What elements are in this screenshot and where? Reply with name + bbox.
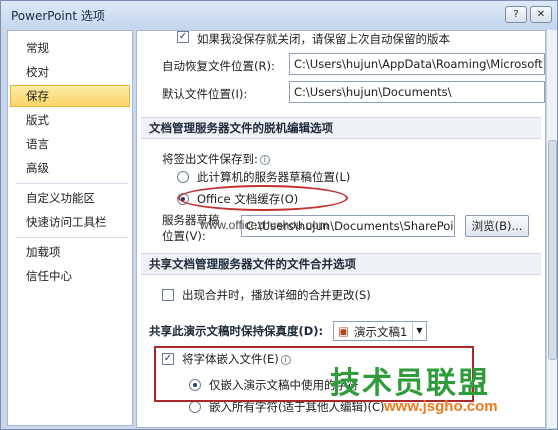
save-checkout-label: 将签出文件保存到: i [162, 151, 270, 167]
nav-divider [16, 237, 128, 238]
keep-autorecover-label: 如果我没保存就关闭，请保留上次自动保留的版本 [197, 32, 450, 46]
nav-item-quick-access[interactable]: 快速访问工具栏 [10, 211, 130, 233]
presentation-select-value: 演示文稿1 [354, 325, 408, 339]
info-icon: i [259, 155, 270, 165]
default-location-label: 默认文件位置(I): [162, 87, 248, 101]
keep-autorecover-checkbox[interactable]: ✓ [177, 31, 189, 43]
merge-section-header: 共享文档管理服务器文件的文件合并选项 [141, 253, 541, 275]
watermark-site: www.jsgho.com [384, 398, 498, 415]
window-title: PowerPoint 选项 [11, 9, 105, 23]
drafts-location-label: 此计算机的服务器草稿位置(L) [197, 170, 351, 184]
nav-item-trust-center[interactable]: 信任中心 [10, 265, 130, 287]
title-bar: PowerPoint 选项 ? ✕ [1, 1, 557, 29]
nav-item-customize-ribbon[interactable]: 自定义功能区 [10, 187, 130, 209]
nav-item-layout[interactable]: 版式 [10, 109, 130, 131]
help-button[interactable]: ? [505, 6, 527, 23]
annotation-oval [178, 185, 348, 211]
default-location-field[interactable]: C:\Users\hujun\Documents\ [289, 81, 545, 103]
presentation-select[interactable]: ▣ 演示文稿1 ▼ [333, 321, 427, 341]
browse-button[interactable]: 浏览(B)... [465, 215, 529, 237]
options-nav: 常规 校对 保存 版式 语言 高级 自定义功能区 快速访问工具栏 加载项 信任中… [7, 30, 133, 426]
chevron-down-icon: ▼ [412, 322, 426, 340]
nav-item-proofing[interactable]: 校对 [10, 61, 130, 83]
presentation-icon: ▣ [338, 324, 349, 338]
show-merge-checkbox[interactable] [162, 289, 174, 301]
close-button[interactable]: ✕ [530, 6, 552, 23]
scroll-thumb[interactable] [548, 140, 557, 360]
watermark-logo-text: 技术员联盟 [330, 366, 490, 401]
drafts-location-radio[interactable] [177, 171, 189, 183]
nav-item-save[interactable]: 保存 [10, 85, 130, 107]
show-merge-label: 出现合并时，播放详细的合并更改(S) [182, 288, 371, 302]
nav-item-advanced[interactable]: 高级 [10, 157, 130, 179]
embed-all-chars-radio[interactable] [189, 401, 201, 413]
nav-divider [16, 183, 128, 184]
save-checkout-text: 将签出文件保存到: [162, 152, 258, 166]
nav-item-addins[interactable]: 加载项 [10, 241, 130, 263]
fidelity-title: 共享此演示文稿时保持保真度(D): [149, 324, 324, 338]
autorecover-location-label: 自动恢复文件位置(R): [162, 59, 275, 73]
offline-section-header: 文档管理服务器文件的脱机编辑选项 [141, 117, 541, 139]
nav-item-general[interactable]: 常规 [10, 37, 130, 59]
nav-item-language[interactable]: 语言 [10, 133, 130, 155]
autorecover-location-field[interactable]: C:\Users\hujun\AppData\Roaming\Microsoft [289, 53, 545, 75]
watermark-url: www.officezhushou.com [200, 218, 329, 232]
content-scrollbar[interactable] [546, 30, 557, 428]
